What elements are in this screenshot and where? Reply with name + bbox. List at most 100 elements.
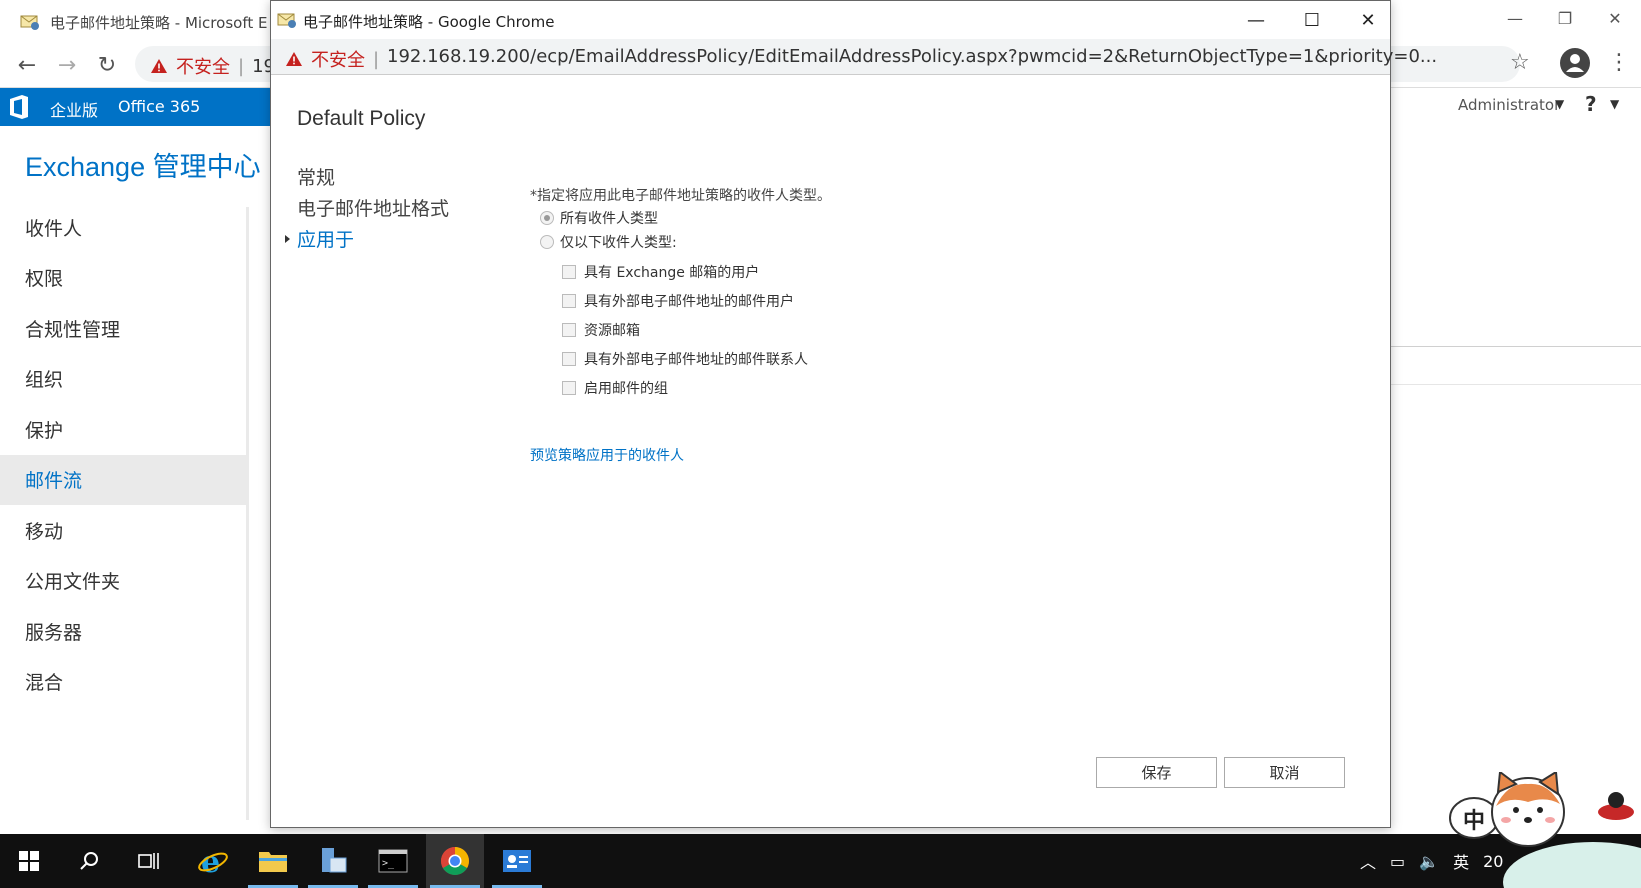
taskbar-file-explorer[interactable] bbox=[244, 834, 302, 888]
sidebar-item-public-folders[interactable]: 公用文件夹 bbox=[0, 556, 248, 607]
radio-label: 仅以下收件人类型: bbox=[560, 235, 677, 251]
background-minimize-button[interactable]: — bbox=[1487, 0, 1543, 36]
task-view-button[interactable] bbox=[120, 834, 178, 888]
radio-only-following-types[interactable]: 仅以下收件人类型: bbox=[540, 232, 677, 252]
help-icon[interactable]: ? bbox=[1585, 92, 1597, 116]
terminal-icon: >_ bbox=[378, 849, 408, 873]
enterprise-label[interactable]: 企业版 bbox=[50, 97, 98, 121]
chrome-icon bbox=[441, 847, 469, 875]
background-close-button[interactable]: ✕ bbox=[1587, 0, 1641, 36]
bookmark-star-icon[interactable]: ☆ bbox=[1510, 50, 1530, 75]
dialog-nav-address-format[interactable]: 电子邮件地址格式 bbox=[297, 192, 449, 223]
dialog-nav-general[interactable]: 常规 bbox=[297, 161, 449, 192]
volume-muted-icon[interactable]: 🔈 bbox=[1419, 852, 1439, 871]
contact-card-icon bbox=[503, 850, 531, 872]
checkbox[interactable] bbox=[562, 352, 576, 366]
checkbox[interactable] bbox=[562, 265, 576, 279]
background-url-separator: | bbox=[238, 55, 245, 77]
dialog-nav-apply-to[interactable]: 应用于 bbox=[284, 223, 449, 254]
user-name-menu[interactable]: Administrator bbox=[1458, 96, 1560, 114]
taskbar-internet-explorer[interactable]: e bbox=[184, 834, 242, 888]
dialog-title: Default Policy bbox=[297, 107, 426, 130]
checkbox[interactable] bbox=[562, 294, 576, 308]
search-icon bbox=[80, 852, 98, 870]
warning-icon bbox=[151, 59, 167, 73]
checkbox-mail-enabled-groups[interactable]: 启用邮件的组 bbox=[562, 378, 668, 398]
sidebar-item-permissions[interactable]: 权限 bbox=[0, 253, 248, 304]
checkbox-label: 启用邮件的组 bbox=[584, 381, 668, 397]
network-icon[interactable]: ▭ bbox=[1390, 852, 1405, 871]
minimize-button[interactable]: — bbox=[1233, 5, 1279, 35]
security-label: 不安全 bbox=[311, 50, 365, 71]
background-tab-title: 电子邮件地址策略 - Microsoft E bbox=[50, 13, 268, 32]
checkbox[interactable] bbox=[562, 323, 576, 337]
mail-policy-icon bbox=[277, 13, 296, 28]
dialog-window-title: 电子邮件地址策略 - Google Chrome bbox=[303, 13, 555, 31]
taskbar-server-manager[interactable] bbox=[304, 834, 362, 888]
taskbar-command-prompt[interactable]: >_ bbox=[364, 834, 422, 888]
chevron-down-icon[interactable]: ▼ bbox=[1610, 97, 1619, 111]
server-manager-icon bbox=[322, 848, 347, 873]
mail-policy-icon bbox=[20, 15, 39, 30]
sidebar-item-protection[interactable]: 保护 bbox=[0, 404, 248, 455]
maximize-button[interactable]: ☐ bbox=[1289, 5, 1335, 35]
chrome-menu-icon[interactable]: ⋮ bbox=[1608, 50, 1630, 75]
checkbox-label: 具有外部电子邮件地址的邮件用户 bbox=[584, 294, 794, 310]
chevron-down-icon[interactable]: ▼ bbox=[1555, 97, 1564, 111]
sidebar-item-recipients[interactable]: 收件人 bbox=[0, 202, 248, 253]
save-button[interactable]: 保存 bbox=[1096, 757, 1217, 788]
preview-recipients-link[interactable]: 预览策略应用于的收件人 bbox=[530, 445, 684, 465]
reload-button[interactable]: ↻ bbox=[92, 50, 122, 80]
url-text[interactable]: 192.168.19.200/ecp/EmailAddressPolicy/Ed… bbox=[387, 46, 1437, 67]
dialog-nav: 常规 电子邮件地址格式 应用于 bbox=[284, 161, 449, 254]
background-security-indicator[interactable]: 不安全 | 19 bbox=[150, 53, 275, 79]
forward-button[interactable]: → bbox=[52, 50, 82, 80]
sidebar-divider bbox=[246, 207, 249, 820]
dialog-url-bar[interactable]: 不安全 | 192.168.19.200/ecp/EmailAddressPol… bbox=[271, 39, 1437, 75]
office-logo-icon[interactable] bbox=[8, 94, 30, 120]
radio-button[interactable] bbox=[540, 235, 554, 249]
checkbox-label: 具有外部电子邮件地址的邮件联系人 bbox=[584, 352, 808, 368]
policy-dialog-window: 电子邮件地址策略 - Google Chrome — ☐ ✕ 不安全 | 192… bbox=[270, 0, 1437, 828]
url-separator: | bbox=[373, 48, 380, 70]
apply-to-panel: *指定将应用此电子邮件地址策略的收件人类型。 所有收件人类型 仅以下收件人类型:… bbox=[530, 185, 831, 464]
sidebar-item-mobile[interactable]: 移动 bbox=[0, 505, 248, 556]
chevron-up-icon[interactable]: ︿ bbox=[1360, 849, 1376, 873]
radio-button[interactable] bbox=[540, 211, 554, 225]
cancel-button[interactable]: 取消 bbox=[1224, 757, 1345, 788]
taskbar-chrome[interactable] bbox=[426, 834, 484, 888]
checkbox-resource-mailboxes[interactable]: 资源邮箱 bbox=[562, 320, 640, 340]
checkbox[interactable] bbox=[562, 381, 576, 395]
taskbar-contact-app[interactable] bbox=[488, 834, 546, 888]
background-restore-button[interactable]: ❐ bbox=[1537, 0, 1593, 36]
radio-all-recipient-types[interactable]: 所有收件人类型 bbox=[540, 208, 658, 228]
sidebar-item-servers[interactable]: 服务器 bbox=[0, 606, 248, 657]
windows-icon bbox=[19, 851, 39, 871]
search-button[interactable] bbox=[60, 834, 118, 888]
sidebar-item-mail-flow[interactable]: 邮件流 bbox=[0, 454, 248, 505]
eac-sidebar: 收件人 权限 合规性管理 组织 保护 邮件流 移动 公用文件夹 服务器 混合 bbox=[0, 202, 248, 707]
sidebar-item-organization[interactable]: 组织 bbox=[0, 354, 248, 405]
folder-icon bbox=[259, 852, 287, 872]
eac-title: Exchange 管理中心 bbox=[25, 152, 261, 182]
divider bbox=[1390, 346, 1641, 347]
profile-avatar-icon[interactable] bbox=[1560, 48, 1590, 78]
background-tab[interactable]: 电子邮件地址策略 - Microsoft E bbox=[20, 8, 267, 36]
sidebar-item-compliance[interactable]: 合规性管理 bbox=[0, 303, 248, 354]
checkbox-exchange-mailbox-users[interactable]: 具有 Exchange 邮箱的用户 bbox=[562, 262, 759, 282]
task-view-icon bbox=[138, 853, 159, 869]
security-indicator[interactable]: 不安全 | bbox=[285, 46, 379, 72]
sidebar-item-hybrid[interactable]: 混合 bbox=[0, 657, 248, 708]
back-button[interactable]: ← bbox=[12, 50, 42, 80]
background-security-label: 不安全 bbox=[176, 57, 230, 78]
checkbox-mail-contacts[interactable]: 具有外部电子邮件地址的邮件联系人 bbox=[562, 349, 808, 369]
office-365-link[interactable]: Office 365 bbox=[118, 97, 200, 116]
warning-icon bbox=[286, 52, 302, 66]
checkbox-label: 资源邮箱 bbox=[584, 323, 640, 339]
divider bbox=[1390, 384, 1641, 385]
start-button[interactable] bbox=[0, 834, 58, 888]
shiba-mascot-icon: 中 bbox=[1449, 772, 1641, 888]
dialog-titlebar[interactable]: 电子邮件地址策略 - Google Chrome — ☐ ✕ bbox=[271, 1, 1390, 39]
close-button[interactable]: ✕ bbox=[1345, 5, 1391, 35]
checkbox-mail-users[interactable]: 具有外部电子邮件地址的邮件用户 bbox=[562, 291, 794, 311]
